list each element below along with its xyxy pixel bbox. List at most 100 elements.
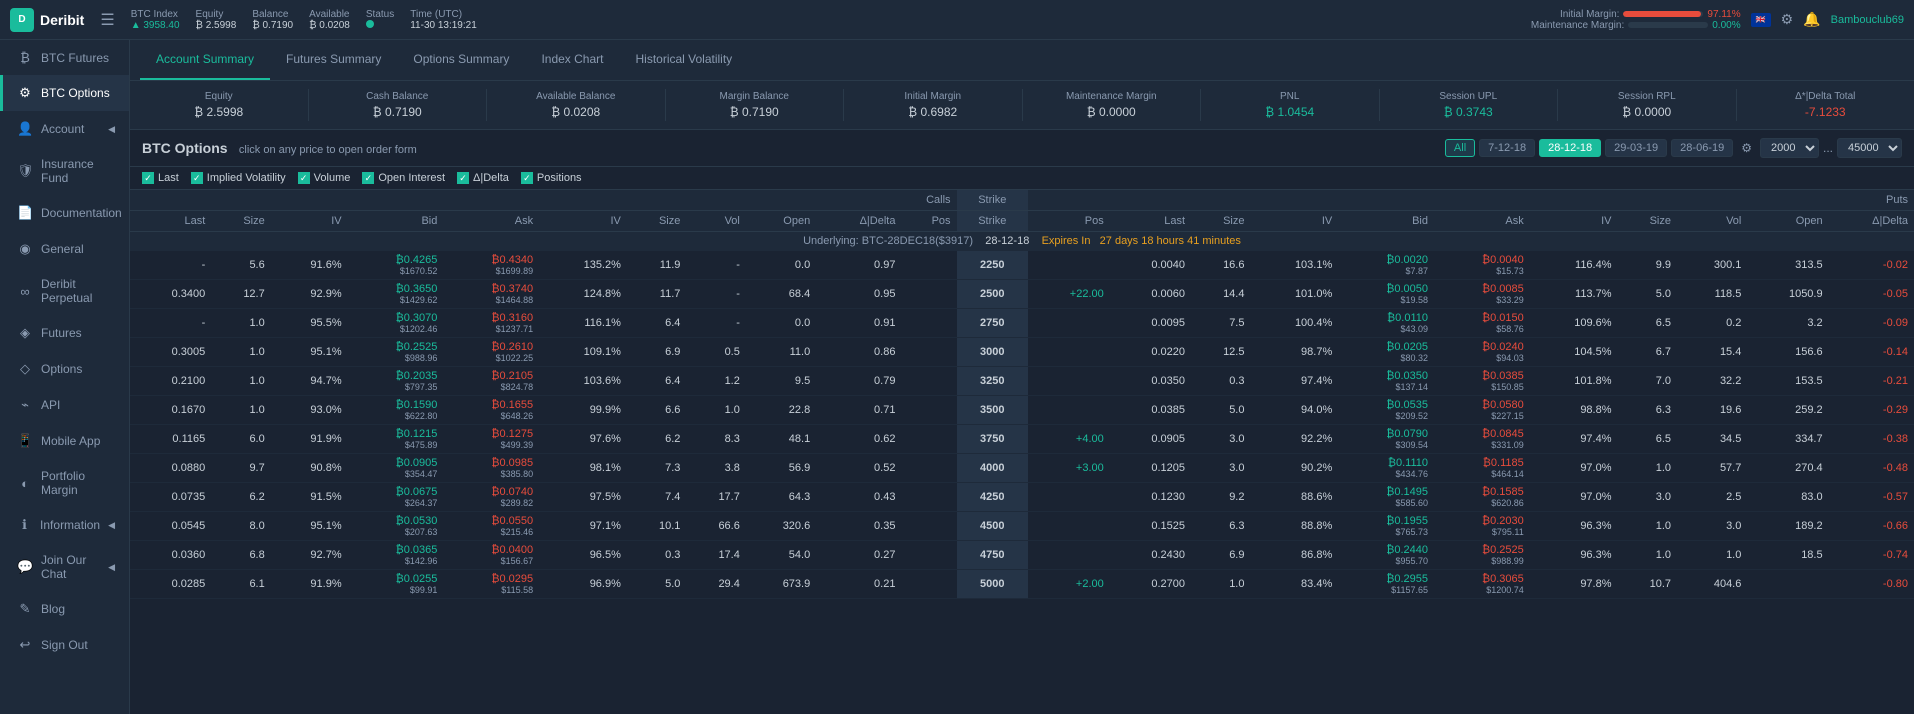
call-last[interactable]: 0.1670 — [130, 396, 211, 425]
put-ask[interactable]: ₿0.2030$795.11 — [1434, 512, 1530, 541]
put-ask[interactable]: ₿0.0150$58.76 — [1434, 309, 1530, 338]
call-ask[interactable]: ₿0.1655$648.26 — [443, 396, 539, 425]
sidebar-item-api[interactable]: ⌁ API — [0, 387, 129, 423]
sidebar-item-join-chat[interactable]: 💬 Join Our Chat ◀ — [0, 543, 129, 591]
put-bid[interactable]: ₿0.0020$7.87 — [1338, 251, 1434, 280]
tab-futures-summary[interactable]: Futures Summary — [270, 40, 397, 80]
put-bid[interactable]: ₿0.0205$80.32 — [1338, 338, 1434, 367]
checkbox-delta[interactable]: Δ|Delta — [457, 172, 509, 184]
put-last[interactable]: 0.0905 — [1110, 425, 1191, 454]
call-last[interactable]: 0.0360 — [130, 541, 211, 570]
put-last[interactable]: 0.1525 — [1110, 512, 1191, 541]
put-bid[interactable]: ₿0.0790$309.54 — [1338, 425, 1434, 454]
put-bid[interactable]: ₿0.2955$1157.65 — [1338, 570, 1434, 599]
call-bid[interactable]: ₿0.0255$99.91 — [348, 570, 444, 599]
call-bid[interactable]: ₿0.1215$475.89 — [348, 425, 444, 454]
put-ask[interactable]: ₿0.1585$620.86 — [1434, 483, 1530, 512]
sidebar-item-information[interactable]: ℹ Information ◀ — [0, 507, 129, 543]
call-last[interactable]: 0.0735 — [130, 483, 211, 512]
strike-dropdown-upper[interactable]: 45000 — [1837, 138, 1902, 158]
put-bid[interactable]: ₿0.0110$43.09 — [1338, 309, 1434, 338]
sidebar-item-options[interactable]: ◇ Options — [0, 351, 129, 387]
checkbox-volume[interactable]: Volume — [298, 172, 351, 184]
sidebar-item-btc-options[interactable]: ⚙ BTC Options — [0, 75, 129, 111]
call-ask[interactable]: ₿0.0295$115.58 — [443, 570, 539, 599]
call-bid[interactable]: ₿0.3070$1202.46 — [348, 309, 444, 338]
call-last[interactable]: 0.3005 — [130, 338, 211, 367]
put-last[interactable]: 0.0385 — [1110, 396, 1191, 425]
call-ask[interactable]: ₿0.3740$1464.88 — [443, 280, 539, 309]
call-last[interactable]: - — [130, 251, 211, 280]
put-bid[interactable]: ₿0.1110$434.76 — [1338, 454, 1434, 483]
sidebar-item-deribit-perpetual[interactable]: ∞ Deribit Perpetual — [0, 267, 129, 315]
put-last[interactable]: 0.0040 — [1110, 251, 1191, 280]
call-bid[interactable]: ₿0.3650$1429.62 — [348, 280, 444, 309]
call-bid[interactable]: ₿0.1590$622.80 — [348, 396, 444, 425]
put-last[interactable]: 0.0350 — [1110, 367, 1191, 396]
call-bid[interactable]: ₿0.4265$1670.52 — [348, 251, 444, 280]
put-ask[interactable]: ₿0.0580$227.15 — [1434, 396, 1530, 425]
put-last[interactable]: 0.2430 — [1110, 541, 1191, 570]
tab-options-summary[interactable]: Options Summary — [397, 40, 525, 80]
call-ask[interactable]: ₿0.1275$499.39 — [443, 425, 539, 454]
put-last[interactable]: 0.1230 — [1110, 483, 1191, 512]
sidebar-item-btc-futures[interactable]: ₿ BTC Futures — [0, 40, 129, 75]
call-ask[interactable]: ₿0.3160$1237.71 — [443, 309, 539, 338]
call-ask[interactable]: ₿0.0740$289.82 — [443, 483, 539, 512]
call-bid[interactable]: ₿0.2035$797.35 — [348, 367, 444, 396]
flag-icon[interactable]: 🇬🇧 — [1751, 13, 1771, 27]
sidebar-item-general[interactable]: ◉ General — [0, 231, 129, 267]
filter-btn-28-12-18[interactable]: 28-12-18 — [1539, 139, 1601, 157]
call-last[interactable]: 0.3400 — [130, 280, 211, 309]
call-ask[interactable]: ₿0.2610$1022.25 — [443, 338, 539, 367]
put-last[interactable]: 0.0095 — [1110, 309, 1191, 338]
put-ask[interactable]: ₿0.0385$150.85 — [1434, 367, 1530, 396]
put-ask[interactable]: ₿0.0085$33.29 — [1434, 280, 1530, 309]
filter-btn-all[interactable]: All — [1445, 139, 1475, 157]
call-bid[interactable]: ₿0.0530$207.63 — [348, 512, 444, 541]
sidebar-item-sign-out[interactable]: ↩ Sign Out — [0, 627, 129, 663]
call-ask[interactable]: ₿0.0985$385.80 — [443, 454, 539, 483]
gear-icon[interactable]: ⚙ — [1781, 11, 1794, 28]
call-last[interactable]: 0.0545 — [130, 512, 211, 541]
put-ask[interactable]: ₿0.0845$331.09 — [1434, 425, 1530, 454]
put-ask[interactable]: ₿0.3065$1200.74 — [1434, 570, 1530, 599]
sidebar-item-mobile-app[interactable]: 📱 Mobile App — [0, 423, 129, 459]
put-bid[interactable]: ₿0.1495$585.60 — [1338, 483, 1434, 512]
sidebar-item-futures[interactable]: ◈ Futures — [0, 315, 129, 351]
tab-account-summary[interactable]: Account Summary — [140, 40, 270, 80]
call-last[interactable]: 0.0285 — [130, 570, 211, 599]
sidebar-item-portfolio-margin[interactable]: ◐ Portfolio Margin — [0, 459, 129, 507]
checkbox-last[interactable]: Last — [142, 172, 179, 184]
put-bid[interactable]: ₿0.0535$209.52 — [1338, 396, 1434, 425]
put-last[interactable]: 0.0060 — [1110, 280, 1191, 309]
call-bid[interactable]: ₿0.2525$988.96 — [348, 338, 444, 367]
strike-dropdown-lower[interactable]: 2000 — [1760, 138, 1819, 158]
sidebar-item-documentation[interactable]: 📄 Documentation ▾ — [0, 195, 129, 231]
call-bid[interactable]: ₿0.0365$142.96 — [348, 541, 444, 570]
put-ask[interactable]: ₿0.0040$15.73 — [1434, 251, 1530, 280]
call-last[interactable]: 0.2100 — [130, 367, 211, 396]
filter-btn-28-06-19[interactable]: 28-06-19 — [1671, 139, 1733, 157]
call-bid[interactable]: ₿0.0905$354.47 — [348, 454, 444, 483]
put-bid[interactable]: ₿0.0050$19.58 — [1338, 280, 1434, 309]
put-bid[interactable]: ₿0.1955$765.73 — [1338, 512, 1434, 541]
call-ask[interactable]: ₿0.4340$1699.89 — [443, 251, 539, 280]
put-bid[interactable]: ₿0.2440$955.70 — [1338, 541, 1434, 570]
call-last[interactable]: 0.1165 — [130, 425, 211, 454]
filter-btn-29-03-19[interactable]: 29-03-19 — [1605, 139, 1667, 157]
call-ask[interactable]: ₿0.0400$156.67 — [443, 541, 539, 570]
put-last[interactable]: 0.1205 — [1110, 454, 1191, 483]
checkbox-open-interest[interactable]: Open Interest — [362, 172, 445, 184]
call-last[interactable]: - — [130, 309, 211, 338]
checkbox-positions[interactable]: Positions — [521, 172, 582, 184]
sidebar-item-account[interactable]: 👤 Account ◀ — [0, 111, 129, 147]
settings-icon[interactable]: ⚙ — [1741, 141, 1752, 155]
put-bid[interactable]: ₿0.0350$137.14 — [1338, 367, 1434, 396]
put-ask[interactable]: ₿0.1185$464.14 — [1434, 454, 1530, 483]
put-last[interactable]: 0.0220 — [1110, 338, 1191, 367]
call-ask[interactable]: ₿0.0550$215.46 — [443, 512, 539, 541]
call-ask[interactable]: ₿0.2105$824.78 — [443, 367, 539, 396]
checkbox-implied-volatility[interactable]: Implied Volatility — [191, 172, 286, 184]
call-last[interactable]: 0.0880 — [130, 454, 211, 483]
